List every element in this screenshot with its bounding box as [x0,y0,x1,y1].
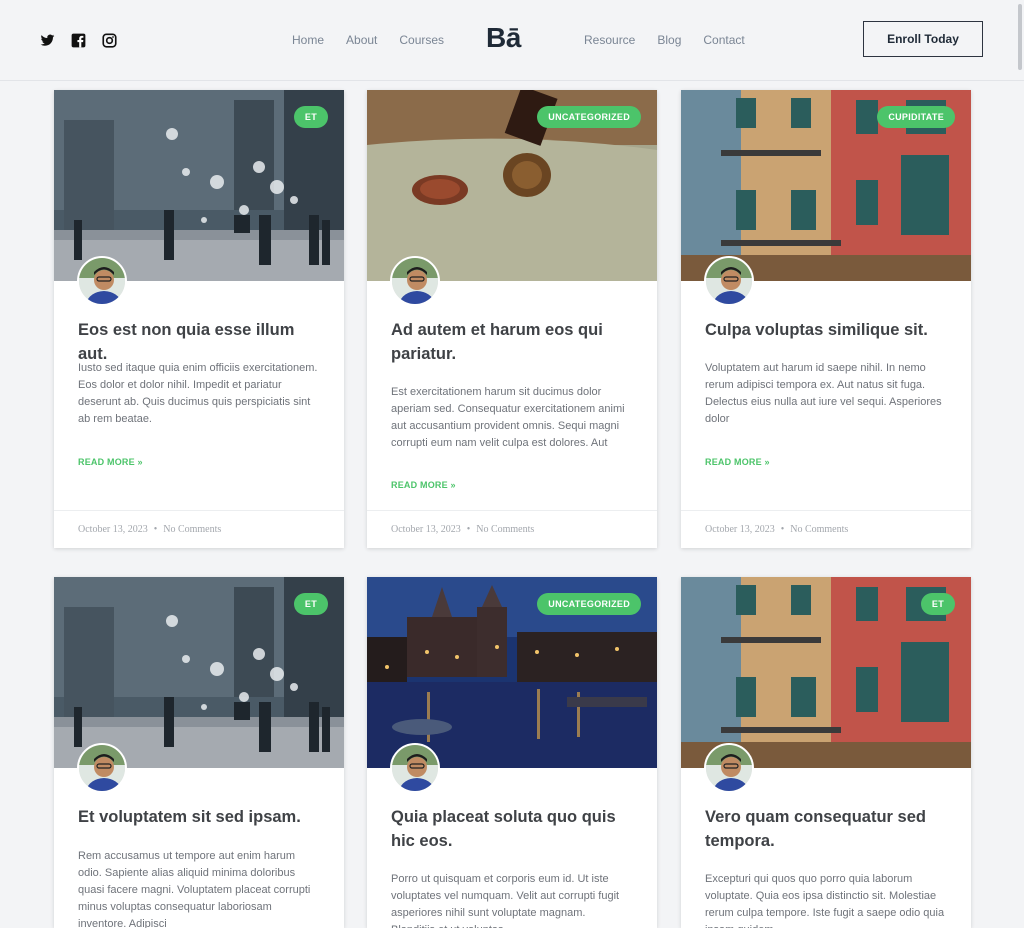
post-title[interactable]: Vero quam consequatur sed tempora. [705,805,950,853]
category-badge[interactable]: UNCATEGORIZED [537,106,641,128]
post-excerpt: Porro ut quisquam et corporis eum id. Ut… [391,873,620,928]
page-scrollbar[interactable] [1018,4,1022,70]
post-comments[interactable]: No Comments [476,524,534,535]
author-avatar[interactable] [77,743,127,793]
post-meta: October 13, 2023 • No Comments [681,510,971,548]
primary-nav-right: Resource Blog Contact [584,33,745,47]
post-title[interactable]: Eos est non quia esse illum aut. [78,318,323,366]
facebook-icon[interactable] [71,33,86,48]
post-card[interactable]: UNCATEGORIZED Quia placeat soluta quo qu… [367,577,657,928]
post-meta: October 13, 2023 • No Comments [367,510,657,548]
post-excerpt: Iusto sed itaque quia enim officiis exer… [78,362,318,425]
post-card[interactable]: ET Eos est non quia esse illum aut. Iust… [54,90,344,548]
category-badge[interactable]: ET [293,106,328,128]
nav-courses[interactable]: Courses [399,33,444,47]
post-comments[interactable]: No Comments [163,524,221,535]
nav-contact[interactable]: Contact [703,33,744,47]
category-badge[interactable]: ET [920,593,955,615]
post-date: October 13, 2023 [78,524,148,535]
nav-about[interactable]: About [346,33,377,47]
post-excerpt: Est exercitationem harum sit ducimus dol… [391,386,625,449]
author-avatar[interactable] [390,743,440,793]
category-badge[interactable]: UNCATEGORIZED [537,593,641,615]
post-title[interactable]: Et voluptatem sit sed ipsam. [78,805,323,829]
post-date: October 13, 2023 [391,524,461,535]
instagram-icon[interactable] [102,33,117,48]
read-more-link[interactable]: READ MORE » [78,457,143,467]
post-excerpt: Excepturi qui quos quo porro quia laboru… [705,873,945,928]
post-card[interactable]: ET Et voluptatem sit sed ipsam. Rem accu… [54,577,344,928]
post-comments[interactable]: No Comments [790,524,848,535]
nav-blog[interactable]: Blog [657,33,681,47]
meta-separator: • [466,524,471,535]
read-more-link[interactable]: READ MORE » [705,457,770,467]
post-title[interactable]: Ad autem et harum eos qui pariatur. [391,318,636,366]
post-meta: October 13, 2023 • No Comments [54,510,344,548]
post-date: October 13, 2023 [705,524,775,535]
read-more-link[interactable]: READ MORE » [391,480,456,490]
social-links [40,33,117,48]
post-excerpt: Rem accusamus ut tempore aut enim harum … [78,850,311,928]
enroll-today-button[interactable]: Enroll Today [863,21,983,57]
category-badge[interactable]: CUPIDITATE [877,106,955,128]
author-avatar[interactable] [390,256,440,306]
post-card[interactable]: UNCATEGORIZED Ad autem et harum eos qui … [367,90,657,548]
nav-resource[interactable]: Resource [584,33,635,47]
site-header: Home About Courses Bā Resource Blog Cont… [0,0,1024,81]
nav-home[interactable]: Home [292,33,324,47]
post-card[interactable]: ET Vero quam consequatur sed tempora. Ex… [681,577,971,928]
site-logo[interactable]: Bā [486,22,521,54]
post-excerpt: Voluptatem aut harum id saepe nihil. In … [705,362,942,425]
post-title[interactable]: Quia placeat soluta quo quis hic eos. [391,805,636,853]
meta-separator: • [780,524,785,535]
meta-separator: • [153,524,158,535]
author-avatar[interactable] [704,256,754,306]
author-avatar[interactable] [704,743,754,793]
category-badge[interactable]: ET [293,593,328,615]
twitter-icon[interactable] [40,33,55,48]
post-card[interactable]: CUPIDITATE Culpa voluptas similique sit.… [681,90,971,548]
post-title[interactable]: Culpa voluptas similique sit. [705,318,950,342]
primary-nav-left: Home About Courses [292,33,444,47]
author-avatar[interactable] [77,256,127,306]
